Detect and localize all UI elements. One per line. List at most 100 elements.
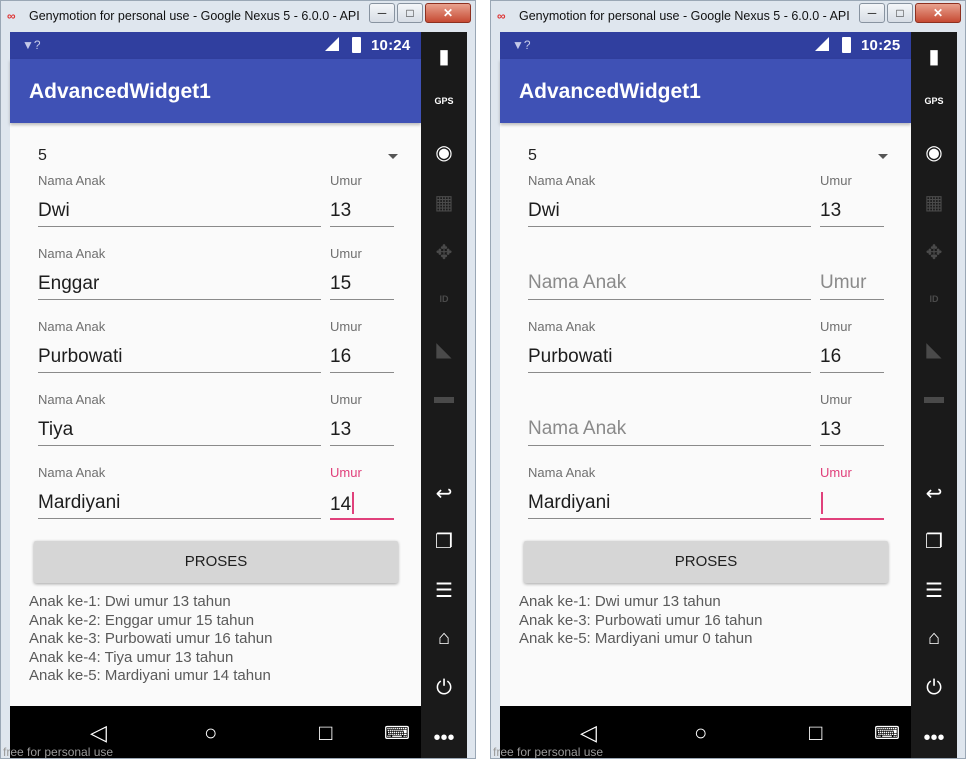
name-label: Nama Anak xyxy=(38,319,106,334)
more-icon[interactable]: ••• xyxy=(911,727,957,750)
message-icon[interactable]: ▬ xyxy=(421,386,467,409)
name-value: Mardiyani xyxy=(38,492,121,513)
result-line: Anak ke-1: Dwi umur 13 tahun xyxy=(519,593,721,610)
name-field[interactable]: Nama Anak Purbowati xyxy=(528,319,811,379)
result-line: Anak ke-3: Purbowati umur 16 tahun xyxy=(519,611,763,629)
recent-apps-icon[interactable]: ❐ xyxy=(421,529,467,554)
name-label: Nama Anak xyxy=(528,465,596,480)
proses-button[interactable]: PROSES xyxy=(524,541,888,583)
age-field[interactable]: Umur 13 xyxy=(820,392,884,452)
rss-icon[interactable]: ◣ xyxy=(911,337,957,362)
window-titlebar: ∞ Genymotion for personal use - Google N… xyxy=(491,1,965,32)
minimize-button[interactable]: ─ xyxy=(369,3,395,23)
age-field[interactable]: Umur 16 xyxy=(820,319,884,379)
age-field[interactable]: Umur 15 xyxy=(330,246,394,306)
id-icon[interactable]: ID xyxy=(421,294,467,304)
maximize-button[interactable]: □ xyxy=(397,3,423,23)
back-icon[interactable]: ↩ xyxy=(911,481,957,506)
field-underline xyxy=(330,226,394,227)
field-underline xyxy=(38,226,321,227)
nav-recents-icon[interactable]: □ xyxy=(809,720,822,746)
age-field-focused[interactable]: Umur xyxy=(820,465,884,525)
result-line: Anak ke-1: Dwi umur 13 tahun xyxy=(29,593,231,610)
video-icon[interactable]: ▦ xyxy=(911,190,957,215)
message-icon[interactable]: ▬ xyxy=(911,386,957,409)
menu-icon[interactable]: ☰ xyxy=(911,578,957,603)
name-field[interactable]: Nama Anak Dwi xyxy=(38,173,321,233)
id-icon[interactable]: ID xyxy=(911,294,957,304)
age-field-focused[interactable]: Umur 14 xyxy=(330,465,394,525)
name-field-empty[interactable]: Nama Anak xyxy=(528,392,811,452)
nav-recents-icon[interactable]: □ xyxy=(319,720,332,746)
app-bar: AdvancedWidget1 xyxy=(10,59,421,123)
watermark: free for personal use xyxy=(493,745,604,759)
name-value: Mardiyani xyxy=(528,492,611,513)
phone-screen: ▼? 10:24 AdvancedWidget1 5 Nama Anak Dwi… xyxy=(10,32,421,706)
window-title: Genymotion for personal use - Google Nex… xyxy=(519,9,849,23)
age-value: 13 xyxy=(330,200,352,221)
minimize-button[interactable]: ─ xyxy=(859,3,885,23)
more-icon[interactable]: ••• xyxy=(421,727,467,750)
close-button[interactable]: ✕ xyxy=(915,3,961,23)
home-icon[interactable]: ⌂ xyxy=(421,627,467,650)
nav-back-icon[interactable]: ◁ xyxy=(90,720,107,746)
id-icon-text: ID xyxy=(929,294,939,304)
dropdown-arrow-icon xyxy=(878,154,888,159)
name-field[interactable]: Nama Anak Mardiyani xyxy=(38,465,321,525)
gps-icon[interactable]: GPS xyxy=(911,96,957,106)
camera-icon[interactable]: ◉ xyxy=(421,140,467,165)
field-underline xyxy=(820,445,884,446)
age-field-empty[interactable]: Umur xyxy=(820,246,884,306)
field-underline xyxy=(528,445,811,446)
status-time: 10:24 xyxy=(371,37,411,54)
close-button[interactable]: ✕ xyxy=(425,3,471,23)
name-field[interactable]: Nama Anak Mardiyani xyxy=(528,465,811,525)
name-value: Dwi xyxy=(528,200,560,221)
field-underline xyxy=(528,299,811,300)
app-content: 5 Nama Anak Dwi Umur 13 Nama Anak xyxy=(10,123,421,706)
keyboard-icon[interactable]: ⌨ xyxy=(874,723,900,744)
name-field[interactable]: Nama Anak Dwi xyxy=(528,173,811,233)
name-field[interactable]: Nama Anak Tiya xyxy=(38,392,321,452)
app-title: AdvancedWidget1 xyxy=(519,80,701,103)
signal-icon xyxy=(815,37,829,51)
home-icon[interactable]: ⌂ xyxy=(911,627,957,650)
child-row: Nama Anak Dwi Umur 13 xyxy=(38,173,394,246)
battery-icon[interactable]: ▮ xyxy=(421,44,467,69)
keyboard-icon[interactable]: ⌨ xyxy=(384,723,410,744)
nav-home-icon[interactable]: ○ xyxy=(694,720,707,746)
age-label: Umur xyxy=(330,246,362,261)
recent-apps-icon[interactable]: ❐ xyxy=(911,529,957,554)
power-icon[interactable]: ⏻ xyxy=(911,677,957,700)
proses-button[interactable]: PROSES xyxy=(34,541,398,583)
age-value-wrapper xyxy=(820,492,823,516)
maximize-button[interactable]: □ xyxy=(887,3,913,23)
child-count-spinner[interactable]: 5 xyxy=(38,147,398,169)
name-field[interactable]: Nama Anak Purbowati xyxy=(38,319,321,379)
child-count-spinner[interactable]: 5 xyxy=(528,147,888,169)
battery-icon[interactable]: ▮ xyxy=(911,44,957,69)
age-field[interactable]: Umur 13 xyxy=(330,173,394,233)
result-line: Anak ke-2: Enggar umur 15 tahun xyxy=(29,611,255,629)
video-icon[interactable]: ▦ xyxy=(421,190,467,215)
app-content: 5 Nama Anak Dwi Umur 13 Nama Anak xyxy=(500,123,911,706)
nav-back-icon[interactable]: ◁ xyxy=(580,720,597,746)
watermark: free for personal use xyxy=(3,745,114,759)
age-field[interactable]: Umur 13 xyxy=(820,173,884,233)
dpad-icon[interactable]: ✥ xyxy=(421,240,467,265)
name-hint: Nama Anak xyxy=(528,272,627,293)
gps-icon[interactable]: GPS xyxy=(421,96,467,106)
nav-home-icon[interactable]: ○ xyxy=(204,720,217,746)
name-field[interactable]: Nama Anak Enggar xyxy=(38,246,321,306)
rss-icon[interactable]: ◣ xyxy=(421,337,467,362)
back-icon[interactable]: ↩ xyxy=(421,481,467,506)
name-field-empty[interactable]: Nama Anak xyxy=(528,246,811,306)
app-title: AdvancedWidget1 xyxy=(29,80,211,103)
dpad-icon[interactable]: ✥ xyxy=(911,240,957,265)
camera-icon[interactable]: ◉ xyxy=(911,140,957,165)
power-icon[interactable]: ⏻ xyxy=(421,677,467,700)
age-field[interactable]: Umur 16 xyxy=(330,319,394,379)
age-value: 16 xyxy=(330,346,352,367)
age-field[interactable]: Umur 13 xyxy=(330,392,394,452)
menu-icon[interactable]: ☰ xyxy=(421,578,467,603)
